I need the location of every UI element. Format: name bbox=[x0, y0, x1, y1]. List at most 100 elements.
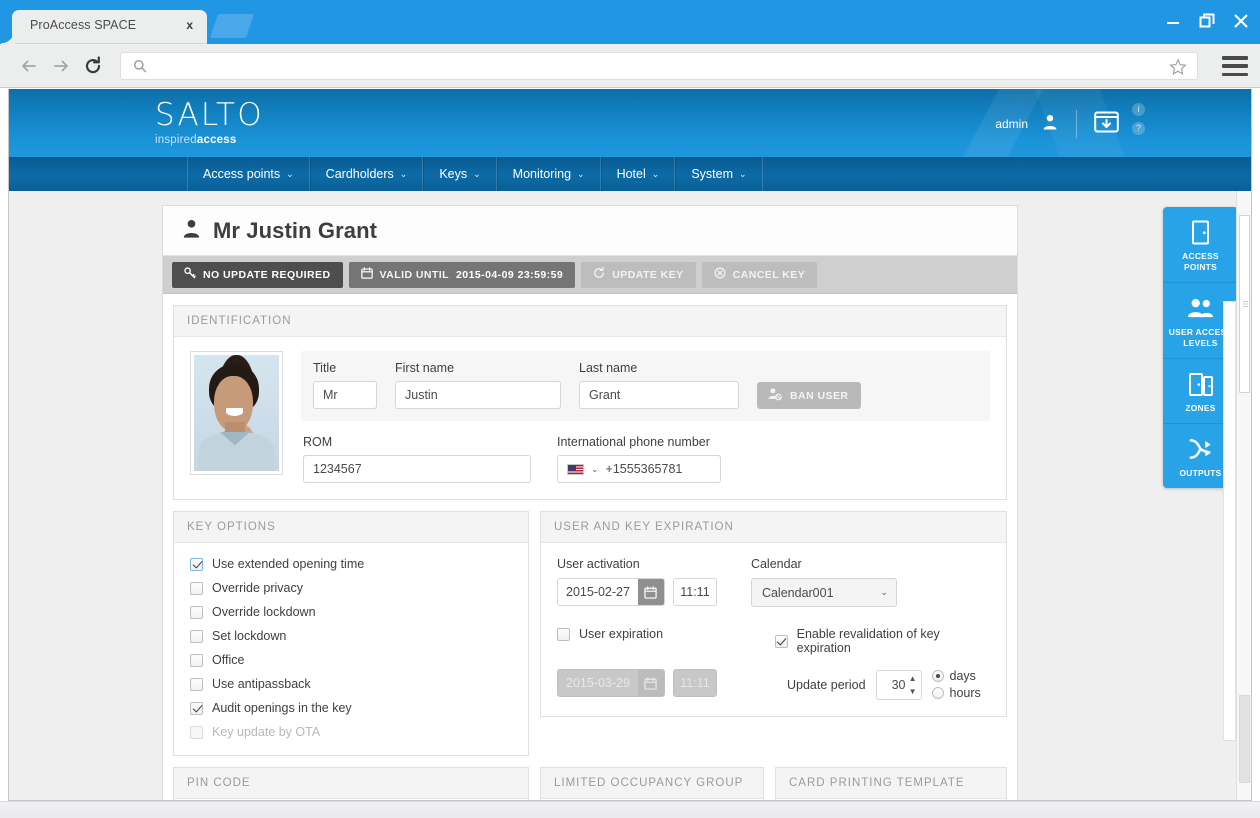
minimize-icon[interactable] bbox=[1164, 12, 1182, 30]
checkbox-icon[interactable] bbox=[190, 557, 203, 571]
nav-item-cardholders[interactable]: Cardholders ⌄ bbox=[309, 157, 424, 191]
checkbox-icon bbox=[190, 725, 203, 739]
radio-icon[interactable] bbox=[931, 670, 944, 682]
window-download-icon[interactable] bbox=[1094, 111, 1119, 138]
nav-item-keys[interactable]: Keys ⌄ bbox=[423, 157, 497, 191]
checkbox-icon[interactable] bbox=[190, 701, 203, 715]
checkbox-icon[interactable] bbox=[190, 605, 203, 619]
name-field-group: Title First name Last name bbox=[301, 351, 990, 421]
stepper-arrows[interactable]: ▲ ▼ bbox=[909, 674, 917, 695]
url-input[interactable] bbox=[157, 53, 1257, 81]
chevron-down-icon: ⌄ bbox=[739, 168, 747, 179]
update-period-value: 30 bbox=[891, 677, 906, 692]
phone-label: International phone number bbox=[557, 435, 710, 449]
update-period-stepper[interactable]: 30 ▲ ▼ bbox=[875, 669, 922, 700]
key-icon bbox=[184, 267, 196, 282]
logo-tagline: inspiredaccess bbox=[155, 134, 264, 146]
nav-item-access-points[interactable]: Access points ⌄ bbox=[187, 157, 310, 191]
user-expiration-toggle-group: User expiration bbox=[557, 627, 741, 655]
checkbox-user-expiration[interactable]: User expiration bbox=[557, 627, 741, 641]
checkbox-set-lockdown[interactable]: Set lockdown bbox=[190, 629, 512, 643]
key-options-body: Use extended opening time Override priva… bbox=[174, 543, 528, 755]
update-key-label: UPDATE KEY bbox=[612, 268, 684, 281]
checkbox-office[interactable]: Office bbox=[190, 653, 512, 667]
cardholder-photo[interactable] bbox=[190, 351, 283, 475]
page-title: Mr Justin Grant bbox=[163, 206, 1017, 256]
chevron-down-icon[interactable]: ⌄ bbox=[591, 464, 599, 475]
rom-input[interactable] bbox=[303, 455, 531, 483]
browser-tab[interactable]: ProAccess SPACE x bbox=[1, 10, 207, 44]
refresh-icon bbox=[593, 267, 605, 282]
bottom-panels: PIN CODE PIN code disabled bbox=[173, 767, 1007, 800]
checkbox-override-lockdown[interactable]: Override lockdown bbox=[190, 605, 512, 619]
activation-date-input[interactable]: 2015-02-27 bbox=[557, 578, 665, 606]
checkbox-label: Use extended opening time bbox=[212, 557, 365, 571]
nav-label: Monitoring bbox=[512, 167, 572, 181]
tab-close-icon[interactable]: x bbox=[186, 18, 193, 32]
checkbox-icon[interactable] bbox=[557, 627, 570, 641]
ban-user-button[interactable]: BAN USER bbox=[757, 382, 862, 409]
title-input[interactable] bbox=[313, 381, 377, 409]
checkbox-label: Override privacy bbox=[212, 581, 303, 595]
checkbox-enable-revalidation[interactable]: Enable revalidation of key expiration bbox=[774, 627, 990, 655]
radio-icon[interactable] bbox=[931, 687, 944, 699]
cancel-key-button[interactable]: CANCEL KEY bbox=[701, 261, 818, 288]
phone-input[interactable]: ⌄ +1555365781 bbox=[557, 455, 721, 483]
header-user-area: admin bbox=[995, 110, 1119, 138]
chevron-down-icon: ⌄ bbox=[399, 168, 408, 179]
chevron-down-icon: ⌄ bbox=[286, 168, 294, 179]
forward-icon[interactable] bbox=[50, 55, 72, 77]
new-tab-button[interactable] bbox=[209, 14, 255, 38]
calendar-select[interactable]: Calendar001 ⌄ bbox=[750, 578, 897, 607]
checkbox-use-extended-opening-time[interactable]: Use extended opening time bbox=[190, 557, 512, 571]
user-icon[interactable] bbox=[1041, 113, 1059, 136]
nav-item-system[interactable]: System ⌄ bbox=[675, 157, 763, 191]
checkbox-use-antipassback[interactable]: Use antipassback bbox=[190, 677, 512, 691]
last-name-field: Last name bbox=[579, 361, 739, 409]
checkbox-icon[interactable] bbox=[190, 581, 203, 595]
menu-icon[interactable] bbox=[1222, 56, 1248, 76]
checkbox-icon[interactable] bbox=[774, 634, 788, 648]
nav-item-hotel[interactable]: Hotel ⌄ bbox=[600, 157, 676, 191]
address-bar[interactable] bbox=[120, 52, 1257, 81]
inner-scrollbar[interactable] bbox=[1223, 301, 1236, 741]
calendar-icon[interactable] bbox=[637, 579, 664, 605]
nav-label: System bbox=[691, 167, 733, 181]
update-period-group: Update period 30 ▲ ▼ days hours bbox=[787, 669, 981, 700]
key-valid-badge: VALID UNTIL 2015-04-09 23:59:59 bbox=[348, 261, 576, 288]
radio-hours[interactable]: hours bbox=[931, 686, 981, 700]
first-name-input[interactable] bbox=[395, 381, 561, 409]
update-key-button[interactable]: UPDATE KEY bbox=[581, 261, 696, 288]
nav-label: Hotel bbox=[616, 167, 646, 181]
calendar-select-value: Calendar001 bbox=[761, 585, 834, 600]
maximize-icon[interactable] bbox=[1198, 12, 1216, 30]
page-scrollbar[interactable] bbox=[1236, 191, 1251, 800]
nav-item-monitoring[interactable]: Monitoring ⌄ bbox=[496, 157, 601, 191]
last-name-input[interactable] bbox=[579, 381, 739, 409]
scrollbar-thumb[interactable] bbox=[1239, 215, 1250, 393]
bookmark-star-icon[interactable] bbox=[1169, 58, 1187, 81]
radio-days[interactable]: days bbox=[931, 669, 981, 683]
scrollbar-track-lower[interactable] bbox=[1239, 695, 1250, 783]
stepper-up-icon[interactable]: ▲ bbox=[909, 674, 917, 682]
nav-label: Cardholders bbox=[325, 167, 394, 181]
checkbox-icon[interactable] bbox=[190, 653, 203, 667]
activation-time-input[interactable]: 11:11 bbox=[672, 578, 717, 606]
reload-icon[interactable] bbox=[82, 55, 104, 77]
key-options-panel: KEY OPTIONS Use extended opening time Ov… bbox=[173, 511, 529, 756]
checkbox-label: Set lockdown bbox=[212, 629, 287, 643]
back-icon[interactable] bbox=[18, 55, 40, 77]
salto-logo[interactable]: SALTO inspiredaccess bbox=[155, 100, 264, 147]
checkbox-label: Use antipassback bbox=[212, 677, 311, 691]
checkbox-icon[interactable] bbox=[190, 629, 203, 643]
checkbox-override-privacy[interactable]: Override privacy bbox=[190, 581, 512, 595]
stepper-down-icon[interactable]: ▼ bbox=[909, 687, 917, 695]
side-tile-access-points[interactable]: ACCESS POINTS bbox=[1163, 207, 1238, 283]
info-badge-icon[interactable]: i bbox=[1132, 103, 1145, 116]
checkbox-label: User expiration bbox=[579, 627, 664, 641]
nav-label: Keys bbox=[439, 167, 468, 181]
close-icon[interactable] bbox=[1232, 12, 1250, 30]
help-badge-icon[interactable]: ? bbox=[1132, 122, 1145, 135]
checkbox-icon[interactable] bbox=[190, 677, 203, 691]
checkbox-audit-openings-in-the-key[interactable]: Audit openings in the key bbox=[190, 701, 512, 715]
